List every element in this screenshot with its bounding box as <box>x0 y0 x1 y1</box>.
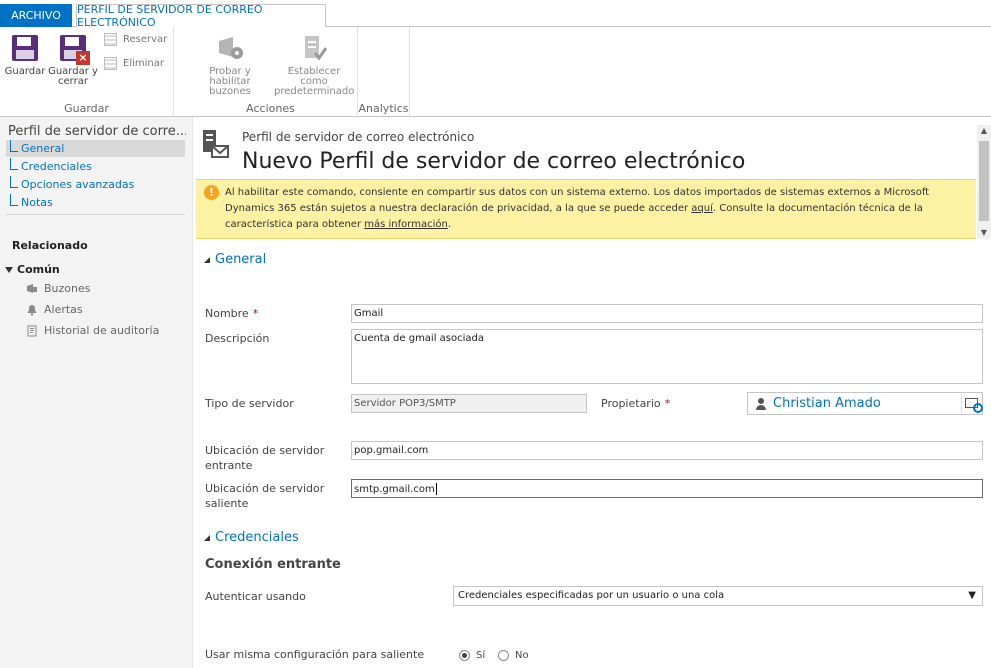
save-close-icon: × <box>58 33 90 65</box>
section-credenciales-toggle[interactable]: Credenciales <box>204 530 299 545</box>
tab-perfil-servidor[interactable]: PERFIL DE SERVIDOR DE CORREO ELECTRÓNICO <box>76 3 326 29</box>
more-info-link[interactable]: más información <box>364 219 448 230</box>
audit-history-icon <box>26 325 38 337</box>
save-and-close-button[interactable]: × Guardar y cerrar <box>48 33 98 87</box>
privacy-link[interactable]: aquí <box>691 203 713 214</box>
bell-icon <box>26 304 38 316</box>
propietario-value[interactable]: Christian Amado <box>773 396 881 411</box>
nav-item-historial-auditoria[interactable]: Historial de auditoría <box>26 324 159 337</box>
conexion-entrante-heading: Conexión entrante <box>205 557 341 572</box>
warning-icon: ! <box>204 185 219 200</box>
ubicacion-entrante-label: Ubicación de servidor entrante <box>205 444 325 472</box>
nav-item-general[interactable]: General <box>6 140 185 157</box>
ubicacion-saliente-label: Ubicación de servidor saliente <box>205 482 325 510</box>
ribbon-group-label: Guardar <box>64 102 109 115</box>
reserve-button[interactable]: Reservar <box>104 33 167 46</box>
tab-archivo[interactable]: ARCHIVO <box>0 4 72 27</box>
ubicacion-saliente-field[interactable]: smtp.gmail.com <box>351 479 983 498</box>
reserve-icon <box>104 33 117 46</box>
save-icon <box>10 33 40 63</box>
collapse-triangle-icon <box>204 534 210 541</box>
page-title: Nuevo Perfil de servidor de correo elect… <box>242 149 746 174</box>
ribbon-group-guardar: Guardar × Guardar y cerrar Reservar Elim… <box>0 27 174 117</box>
header-scrollbar[interactable]: ▲ ▼ <box>977 125 991 239</box>
nombre-field[interactable]: Gmail <box>351 304 983 323</box>
section-general-toggle[interactable]: General <box>204 252 266 267</box>
descripcion-field[interactable]: Cuenta de gmail asociada <box>351 329 983 384</box>
test-enable-mailboxes-button[interactable]: Probar y habilitar buzones <box>188 33 272 97</box>
text-caret <box>435 483 437 495</box>
save-button[interactable]: Guardar <box>4 33 46 77</box>
nav-title: Perfil de servidor de corre... <box>8 124 186 139</box>
set-default-icon <box>299 33 329 63</box>
nav-item-buzones[interactable]: Buzones <box>26 282 91 295</box>
autenticar-select[interactable]: Credenciales especificadas por un usuari… <box>453 586 983 606</box>
dropdown-arrow-icon[interactable]: ▼ <box>968 590 976 601</box>
propietario-lookup[interactable]: Christian Amado <box>747 392 983 415</box>
nav-divider <box>6 214 185 215</box>
set-default-button[interactable]: Establecer como predeterminado <box>274 33 354 97</box>
propietario-label: Propietario * <box>601 397 671 410</box>
nav-item-opciones-avanzadas[interactable]: Opciones avanzadas <box>6 176 185 193</box>
ribbon-group-analytics: Analytics <box>358 27 410 117</box>
misma-config-label: Usar misma configuración para saliente <box>205 648 425 661</box>
scroll-thumb[interactable] <box>979 141 989 221</box>
user-icon <box>756 397 766 410</box>
nombre-label: Nombre * <box>205 307 259 320</box>
tipo-servidor-field[interactable]: Servidor POP3/SMTP <box>351 394 587 413</box>
scroll-up-icon[interactable]: ▲ <box>977 125 991 137</box>
ribbon: Guardar × Guardar y cerrar Reservar Elim… <box>0 27 991 117</box>
nav-common-heading[interactable]: Común <box>5 263 60 276</box>
delete-button[interactable]: Eliminar <box>104 57 164 70</box>
nav-item-alertas[interactable]: Alertas <box>26 303 83 316</box>
tipo-servidor-label: Tipo de servidor <box>205 397 294 410</box>
scroll-down-icon[interactable]: ▼ <box>977 227 991 239</box>
trash-icon <box>104 57 117 70</box>
radio-button-selected[interactable] <box>459 650 470 661</box>
radio-no[interactable]: No <box>498 650 529 661</box>
autenticar-label: Autenticar usando <box>205 590 306 603</box>
privacy-warning-bar: ! Al habilitar este comando, consiente e… <box>196 179 976 239</box>
nav-item-credenciales[interactable]: Credenciales <box>6 158 185 175</box>
mailbox-icon <box>26 283 38 295</box>
ribbon-group-label: Analytics <box>358 102 409 115</box>
test-mailbox-icon <box>215 33 245 63</box>
nav-item-notas[interactable]: Notas <box>6 194 185 211</box>
left-navigation: Perfil de servidor de corre... General C… <box>0 117 193 668</box>
collapse-triangle-icon <box>5 267 13 273</box>
ribbon-group-acciones: Probar y habilitar buzones Establecer co… <box>184 27 358 117</box>
radio-si[interactable]: Sí <box>459 650 485 661</box>
lookup-icon[interactable] <box>961 394 983 413</box>
radio-button[interactable] <box>498 650 509 661</box>
ribbon-group-label: Acciones <box>246 102 295 115</box>
collapse-triangle-icon <box>204 256 210 263</box>
tab-bar: ARCHIVO PERFIL DE SERVIDOR DE CORREO ELE… <box>0 0 991 29</box>
ubicacion-entrante-field[interactable]: pop.gmail.com <box>351 441 983 460</box>
entity-name: Perfil de servidor de correo electrónico <box>242 130 475 144</box>
nav-related-heading: Relacionado <box>12 239 88 252</box>
descripcion-label: Descripción <box>205 332 270 345</box>
warning-text: Al habilitar este comando, consiente en … <box>225 187 930 230</box>
email-server-profile-icon <box>203 130 231 158</box>
main-form: Perfil de servidor de correo electrónico… <box>194 117 991 668</box>
